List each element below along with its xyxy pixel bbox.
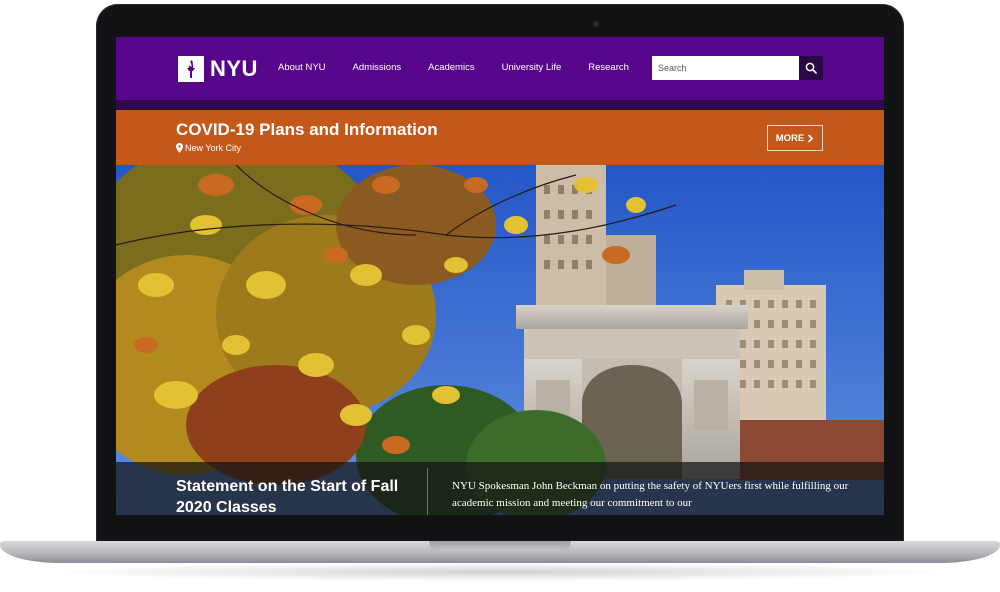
location-text: New York City (185, 143, 242, 153)
covid-banner: COVID-19 Plans and Information New York … (116, 110, 884, 165)
chevron-right-icon (808, 133, 814, 143)
laptop-notch (429, 541, 571, 551)
nav-admissions[interactable]: Admissions (353, 62, 402, 73)
nyu-logo[interactable]: NYU (178, 56, 258, 82)
camera (593, 21, 599, 27)
search-button[interactable] (799, 56, 823, 80)
browser-screen: NYU About NYU Admissions Academics Unive… (116, 37, 884, 515)
logo-text: NYU (210, 56, 258, 81)
main-nav: About NYU Admissions Academics Universit… (278, 62, 656, 73)
more-button[interactable]: MORE (767, 125, 823, 151)
laptop-shadow (40, 563, 960, 581)
caption-divider (427, 468, 428, 515)
covid-location: New York City (176, 143, 241, 153)
nav-university-life[interactable]: University Life (502, 62, 562, 73)
hero-caption: Statement on the Start of Fall 2020 Clas… (116, 462, 884, 515)
covid-title[interactable]: COVID-19 Plans and Information (176, 120, 438, 140)
nav-academics[interactable]: Academics (428, 62, 474, 73)
search-box (652, 56, 823, 80)
nyu-torch-icon (178, 56, 204, 82)
more-label: MORE (775, 132, 805, 144)
search-input[interactable] (652, 56, 799, 80)
search-icon (805, 62, 817, 74)
nav-research[interactable]: Research (588, 62, 629, 73)
hero-summary: NYU Spokesman John Beckman on putting th… (452, 480, 849, 509)
site-header: NYU About NYU Admissions Academics Unive… (116, 37, 884, 100)
hero-headline[interactable]: Statement on the Start of Fall 2020 Clas… (176, 476, 416, 515)
header-strip (116, 100, 884, 110)
hero-section: Statement on the Start of Fall 2020 Clas… (116, 165, 884, 515)
nav-about[interactable]: About NYU (278, 62, 326, 73)
location-pin-icon (176, 143, 183, 153)
